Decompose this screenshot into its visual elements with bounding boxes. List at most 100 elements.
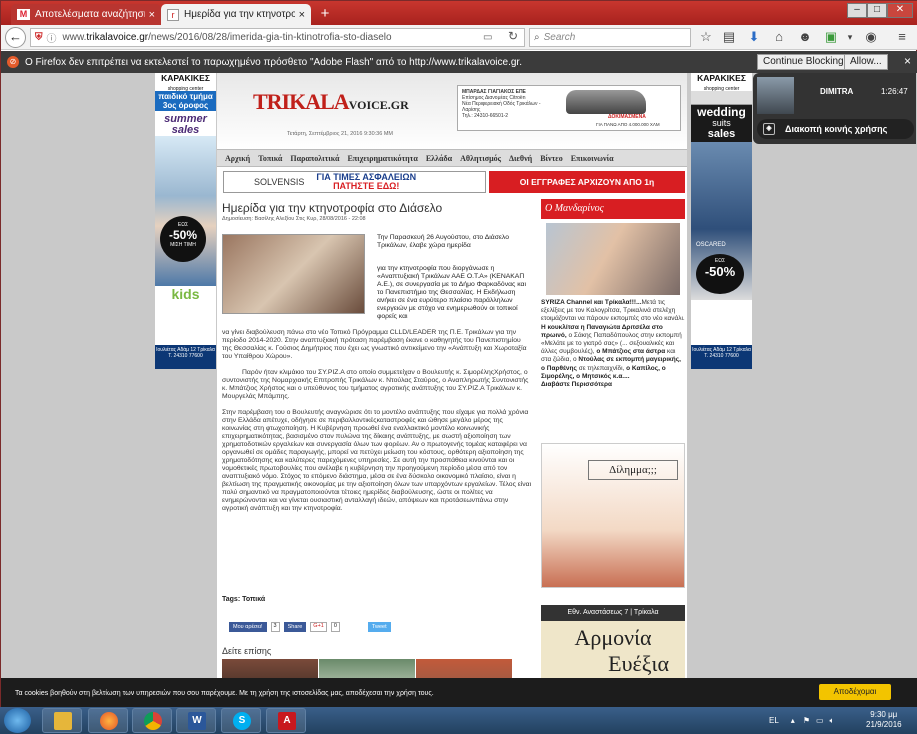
url-bar[interactable]: ⛨ ⓘ www. trikalavoice.gr/news/2016/08/28/… [30,28,525,47]
taskbar-word[interactable]: W [176,708,216,733]
share-screen-icon: ◈ [763,123,775,135]
word-icon: W [188,712,206,730]
menu-item-video[interactable]: Βίντεο [540,154,563,163]
banner-brand: SOLVENSIS [254,177,305,187]
menu-item-world[interactable]: Διεθνή [509,154,532,163]
url-domain: trikalavoice.gr [86,32,149,43]
main-menu: Αρχική Τοπικά Παραπολιτικά Επιχειρηματικ… [217,149,687,167]
logo-suffix: VOICE.GR [348,98,409,112]
mandarinos-image[interactable] [546,223,680,295]
enrollment-banner-ad[interactable]: ΟΙ ΕΓΓΡΑΦΕΣ ΑΡΧΙΖΟΥΝ ΑΠΟ 1η ΣΕΠΤΕΜΒΡΙΟΥ [489,171,685,209]
mandarinos-header[interactable]: Ο Μανδαρίνος [541,199,685,219]
insurance-banner-ad[interactable]: SOLVENSIS ΓΙΑ ΤΙΜΕΣ ΑΣΦΑΛΕΙΩΝ ΠΑΤΗΣΤΕ ΕΔΩ… [223,171,486,193]
read-more-link[interactable]: Διαβάστε Περισσότερα [541,381,612,388]
ad-kids-logo: kids [171,286,200,302]
menu-item-greece[interactable]: Ελλάδα [426,154,452,163]
share-buttons: Μου αρέσει! 3 Share G+1 0 Tweet [229,622,391,632]
menu-item-sports[interactable]: Αθλητισμός [460,154,501,163]
reload-icon[interactable]: ↻ [508,29,518,43]
article-body: να γίνει διαβούλευση πάνω στο νέο Τοπικό… [222,329,532,521]
stop-sharing-button[interactable]: ◈ Διακοπή κοινής χρήσης [757,119,914,139]
language-indicator[interactable]: EL [769,716,779,725]
browser-window: M Αποτελέσματα αναζήτηση... × r Ημερίδα … [0,0,917,708]
back-arrow-icon: ← [9,29,22,44]
tweet-button[interactable]: Tweet [367,622,391,632]
reader-view-icon[interactable]: ▭ [483,32,492,43]
menu-item-politics[interactable]: Παραπολιτικά [290,154,339,163]
menu-item-contact[interactable]: Επικοινωνία [571,154,614,163]
car-image [566,90,646,114]
facebook-share-button[interactable]: Share [283,622,307,632]
folder-icon [54,712,72,730]
flag-icon[interactable]: ⚑ [803,716,810,725]
avatar [757,77,794,114]
tray-arrow-icon[interactable]: ▴ [791,716,795,725]
ad-title: Αρμονία [574,625,652,650]
download-icon[interactable]: ⬇ [746,29,762,45]
cookie-bar: Τα cookies βοηθούν στη βελτίωση των υπηρ… [1,678,917,708]
article-paragraph: Στην παρέμβαση του ο Βουλευτής αναγνώρισ… [222,409,532,512]
chat-icon[interactable]: ☻ [797,29,813,45]
tab-label: Ημερίδα για την κτηνοτρο... [184,9,295,20]
allow-button[interactable]: Allow... [844,54,888,70]
taskbar-acrobat[interactable]: A [266,708,306,733]
url-path: /news/2016/08/28/imerida-gia-tin-ktinotr… [148,32,392,43]
pocket-icon[interactable]: ◉ [863,29,879,45]
clock[interactable]: 9:30 μμ 21/9/2016 [866,710,902,730]
taskbar-skype[interactable]: S [221,708,261,733]
ad-dealer-info: ΜΠΑΡΔΑΣ ΓΙΑΓΙΑΚΟΣ ΕΠΕ Επίσημος Διανομέας… [462,89,541,119]
menu-item-business[interactable]: Επιχειρηματικότητα [347,154,417,163]
search-input[interactable]: ⌕ Search [529,28,691,47]
notification-close-icon[interactable]: × [904,54,911,68]
like-count: 3 [270,622,280,632]
site-logo[interactable]: TRIKALAVOICE.GR [253,89,409,115]
dropdown-arrow-icon[interactable]: ▾ [842,29,858,45]
tab-search-results[interactable]: M Αποτελέσματα αναζήτηση... × [11,4,161,25]
right-skyscraper-ad[interactable]: ΚΑΡΑΚΙΚΕΣ shopping center wedding suits s… [691,73,752,369]
network-icon[interactable]: ▭ [816,716,824,725]
call-timer: 1:26:47 [881,87,908,96]
plugin-notification-bar: ⊘ Ο Firefox δεν επιτρέπει να εκτελεστεί … [1,51,917,73]
header-car-ad[interactable]: ΜΠΑΡΔΑΣ ΓΙΑΓΙΑΚΟΣ ΕΠΕ Επίσημος Διανομέας… [457,85,681,131]
close-icon[interactable]: × [299,9,305,21]
left-skyscraper-ad[interactable]: ΚΑΡΑΚΙΚΕΣ shopping center παιδικό τμήμα 3ο… [155,73,216,369]
accept-cookies-button[interactable]: Αποδέχομαι [819,684,891,700]
close-icon[interactable]: × [149,9,155,21]
bookmark-star-icon[interactable]: ☆ [698,29,714,45]
clock-time: 9:30 μμ [870,710,898,719]
tag-link[interactable]: Τοπικά [242,596,265,603]
reading-list-icon[interactable]: ▤ [721,29,737,45]
new-tab-button[interactable]: + [315,5,335,23]
ad-footer: Ιουλιέτας Αδάμ 12 Τρίκαλα Τ. 24310 77600 [691,345,752,369]
taskbar-firefox[interactable] [88,708,128,733]
volume-icon[interactable]: 🔈︎ [830,716,835,726]
minimize-button[interactable]: – [847,3,867,18]
menu-item-local[interactable]: Τοπικά [258,154,282,163]
maximize-button[interactable]: □ [867,3,887,18]
taskbar-explorer[interactable] [42,708,82,733]
gplus-button[interactable]: G+1 [310,622,327,632]
window-close-button[interactable]: ✕ [887,3,913,18]
home-icon[interactable]: ⌂ [771,29,787,45]
continue-blocking-button[interactable]: Continue Blocking [757,54,850,70]
stop-sharing-label: Διακοπή κοινής χρήσης [785,124,888,134]
ad-discount-badge: ΕΩΣ -50% [696,254,744,294]
dilemma-widget[interactable]: Δίλημμα;;; [541,443,685,588]
navigation-bar: ← ⛨ ⓘ www. trikalavoice.gr/news/2016/08/2… [1,25,917,50]
ad-child-photo: ΕΩΣ -50% ΜΙΣΗ ΤΙΜΗ [155,136,216,286]
extension-icon[interactable]: ▣ [823,29,839,45]
ad-brand: ΚΑΡΑΚΙΚΕΣ shopping center [155,73,216,92]
mandarinos-text: SYRIZA Channel και Τρίκαλα!!!...Μετά τις… [541,299,685,389]
taskbar-chrome[interactable] [132,708,172,733]
menu-item-home[interactable]: Αρχική [225,154,250,163]
article-photo[interactable] [222,234,365,314]
hamburger-menu-icon[interactable]: ≡ [894,29,910,45]
back-button[interactable]: ← [5,27,26,48]
article-intro-2: για την κτηνοτροφία που διοργάνωσε η «Αν… [377,265,526,320]
facebook-like-button[interactable]: Μου αρέσει! [229,622,267,632]
search-placeholder: Search [543,32,576,43]
ad-footer: Ιουλιέτας Αδάμ 12 Τρίκαλα Τ. 24310 77600 [155,345,216,369]
tab-article[interactable]: r Ημερίδα για την κτηνοτρο... × [161,4,311,25]
start-button[interactable] [4,708,31,733]
info-icon[interactable]: ⓘ [47,30,57,45]
